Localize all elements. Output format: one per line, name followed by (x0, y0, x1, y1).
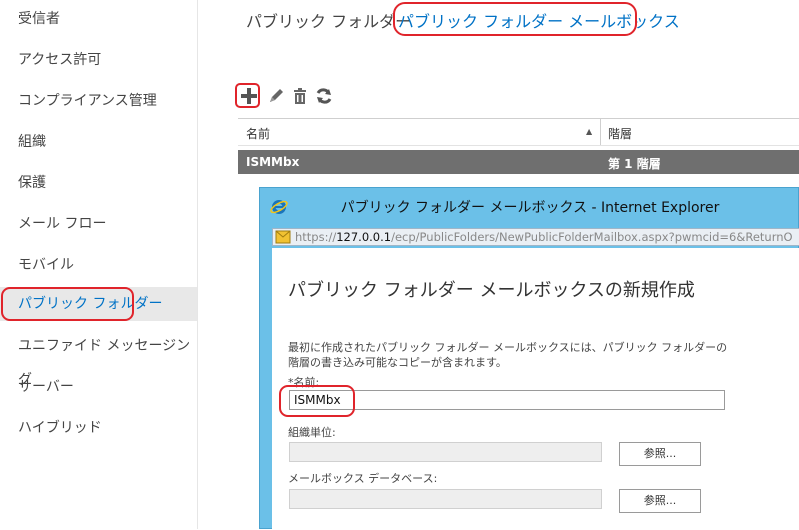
url-host: 127.0.0.1 (336, 230, 392, 244)
nav-item-permissions[interactable]: アクセス許可 (0, 43, 197, 77)
name-label: *名前: (288, 376, 320, 389)
row-name: ISMMbx (246, 155, 300, 169)
nav-item-mobile[interactable]: モバイル (0, 248, 197, 282)
refresh-icon (316, 88, 332, 104)
refresh-button[interactable] (314, 86, 334, 106)
edit-button[interactable] (266, 86, 286, 106)
dialog-description: 最初に作成されたパブリック フォルダー メールボックスには、パブリック フォルダ… (288, 341, 728, 369)
nav-item-recipients[interactable]: 受信者 (0, 2, 197, 36)
nav-item-public-folders[interactable]: パブリック フォルダー (0, 287, 197, 321)
name-field[interactable]: ISMMbx (289, 390, 725, 410)
row-level: 第 1 階層 (608, 157, 661, 171)
url-path: /ecp/PublicFolders/NewPublicFolderMailbo… (391, 230, 793, 244)
nav-item-protection[interactable]: 保護 (0, 166, 197, 200)
new-mailbox-dialog: パブリック フォルダー メールボックスの新規作成 最初に作成されたパブリック フ… (272, 248, 799, 530)
delete-button[interactable] (290, 86, 310, 106)
tab-public-folders[interactable]: パブリック フォルダー (246, 8, 411, 32)
plus-icon (241, 88, 257, 104)
dialog-title: パブリック フォルダー メールボックスの新規作成 (288, 280, 695, 301)
column-header-level[interactable]: 階層 (608, 125, 632, 142)
org-unit-field (289, 442, 602, 462)
address-bar[interactable]: https://127.0.0.1/ecp/PublicFolders/NewP… (272, 228, 799, 246)
grid-header: 名前 ▲ 階層 (238, 118, 799, 146)
trash-icon (294, 88, 306, 104)
mailbox-database-label: メールボックス データベース: (288, 472, 438, 485)
tab-public-folder-mailboxes[interactable]: パブリック フォルダー メールボックス (398, 8, 680, 32)
org-unit-label: 組織単位: (288, 426, 336, 439)
nav-item-hybrid[interactable]: ハイブリッド (0, 411, 197, 445)
url-prefix: https:// (295, 230, 337, 244)
pencil-icon (270, 89, 283, 102)
org-unit-browse-button[interactable]: 参照... (619, 442, 701, 466)
ie-popup-window: パブリック フォルダー メールボックス - Internet Explorer … (259, 187, 799, 530)
page-icon (275, 230, 291, 244)
add-button[interactable] (239, 86, 259, 106)
nav-item-compliance[interactable]: コンプライアンス管理 (0, 84, 197, 118)
column-header-name[interactable]: 名前 (246, 125, 270, 142)
nav-item-servers[interactable]: サーバー (0, 370, 197, 404)
table-row[interactable]: ISMMbx 第 1 階層 (238, 150, 799, 174)
sort-ascending-icon[interactable]: ▲ (586, 127, 592, 136)
nav-item-unified-messaging[interactable]: ユニファイド メッセージング (0, 329, 197, 388)
mailbox-database-field (289, 489, 602, 509)
nav-item-organization[interactable]: 組織 (0, 125, 197, 159)
mailbox-database-browse-button[interactable]: 参照... (619, 489, 701, 513)
left-nav: 受信者 アクセス許可 コンプライアンス管理 組織 保護 メール フロー モバイル… (0, 0, 198, 529)
window-title: パブリック フォルダー メールボックス - Internet Explorer (340, 200, 720, 216)
column-separator (600, 119, 601, 145)
nav-item-mail-flow[interactable]: メール フロー (0, 207, 197, 241)
